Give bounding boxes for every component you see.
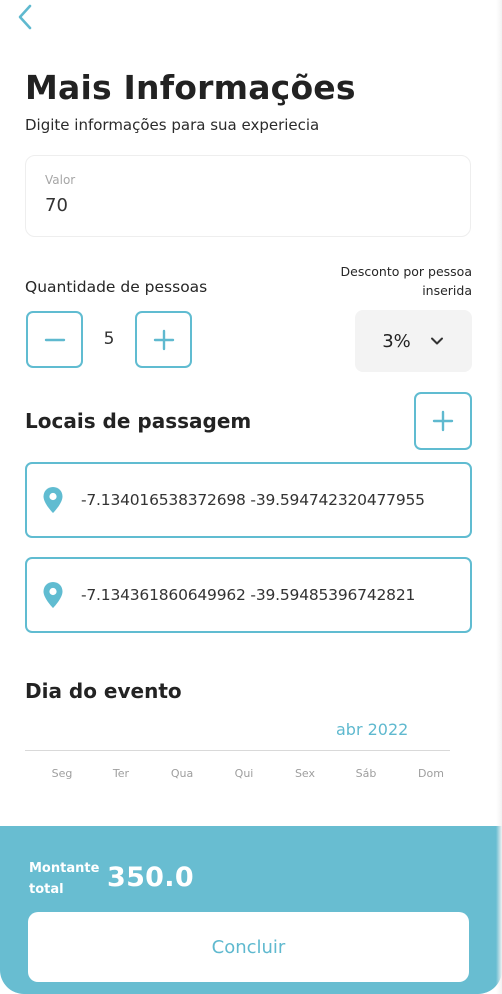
increase-quantity-button[interactable]	[135, 311, 192, 368]
map-pin-icon	[43, 582, 63, 608]
value-input[interactable]	[45, 195, 451, 216]
total-label-line2: total	[29, 882, 64, 897]
discount-label: Desconto por pessoa inserida	[322, 262, 472, 300]
place-item[interactable]: -7.134016538372698 -39.594742320477955	[25, 462, 472, 538]
map-pin-icon	[43, 487, 63, 513]
back-button[interactable]	[12, 2, 38, 32]
weekday-label: Sáb	[355, 767, 377, 780]
add-place-button[interactable]	[414, 392, 472, 450]
plus-icon	[153, 329, 174, 350]
value-field-label: Valor	[45, 173, 76, 187]
weekday-label: Seg	[51, 767, 73, 780]
chevron-left-icon	[18, 4, 32, 30]
total-label-line1: Montante	[29, 861, 100, 876]
minus-icon	[44, 338, 65, 341]
quantity-label: Quantidade de pessoas	[25, 278, 208, 296]
screen-edge-shadow	[496, 0, 502, 994]
finish-button-label: Concluir	[211, 936, 286, 958]
weekday-label: Sex	[294, 767, 316, 780]
total-label: Montante total	[29, 858, 109, 900]
calendar-divider	[25, 750, 450, 751]
plus-icon	[432, 410, 454, 432]
value-field[interactable]: Valor	[25, 155, 471, 237]
more-info-screen: Mais Informações Digite informações para…	[0, 0, 502, 994]
calendar-month-label[interactable]: abr 2022	[336, 720, 408, 739]
place-item[interactable]: -7.134361860649962 -39.59485396742821	[25, 557, 472, 633]
discount-label-line2: inserida	[422, 283, 472, 298]
place-coordinates: -7.134361860649962 -39.59485396742821	[81, 586, 416, 604]
page-subtitle: Digite informações para sua experiecia	[25, 116, 320, 134]
weekday-label: Qui	[234, 767, 254, 780]
chevron-down-icon	[430, 337, 443, 345]
event-day-title: Dia do evento	[25, 679, 182, 703]
discount-label-line1: Desconto por pessoa	[340, 264, 472, 279]
decrease-quantity-button[interactable]	[26, 311, 83, 368]
places-title: Locais de passagem	[25, 409, 252, 433]
discount-select[interactable]: 3%	[355, 310, 472, 372]
quantity-value: 5	[103, 329, 115, 349]
weekday-label: Qua	[170, 767, 194, 780]
place-coordinates: -7.134016538372698 -39.594742320477955	[81, 491, 425, 509]
finish-button[interactable]: Concluir	[28, 912, 469, 982]
weekday-label: Ter	[112, 767, 130, 780]
discount-selected-value: 3%	[382, 330, 411, 352]
weekday-label: Dom	[418, 767, 444, 780]
total-amount: 350.0	[107, 862, 194, 893]
page-title: Mais Informações	[25, 68, 356, 107]
